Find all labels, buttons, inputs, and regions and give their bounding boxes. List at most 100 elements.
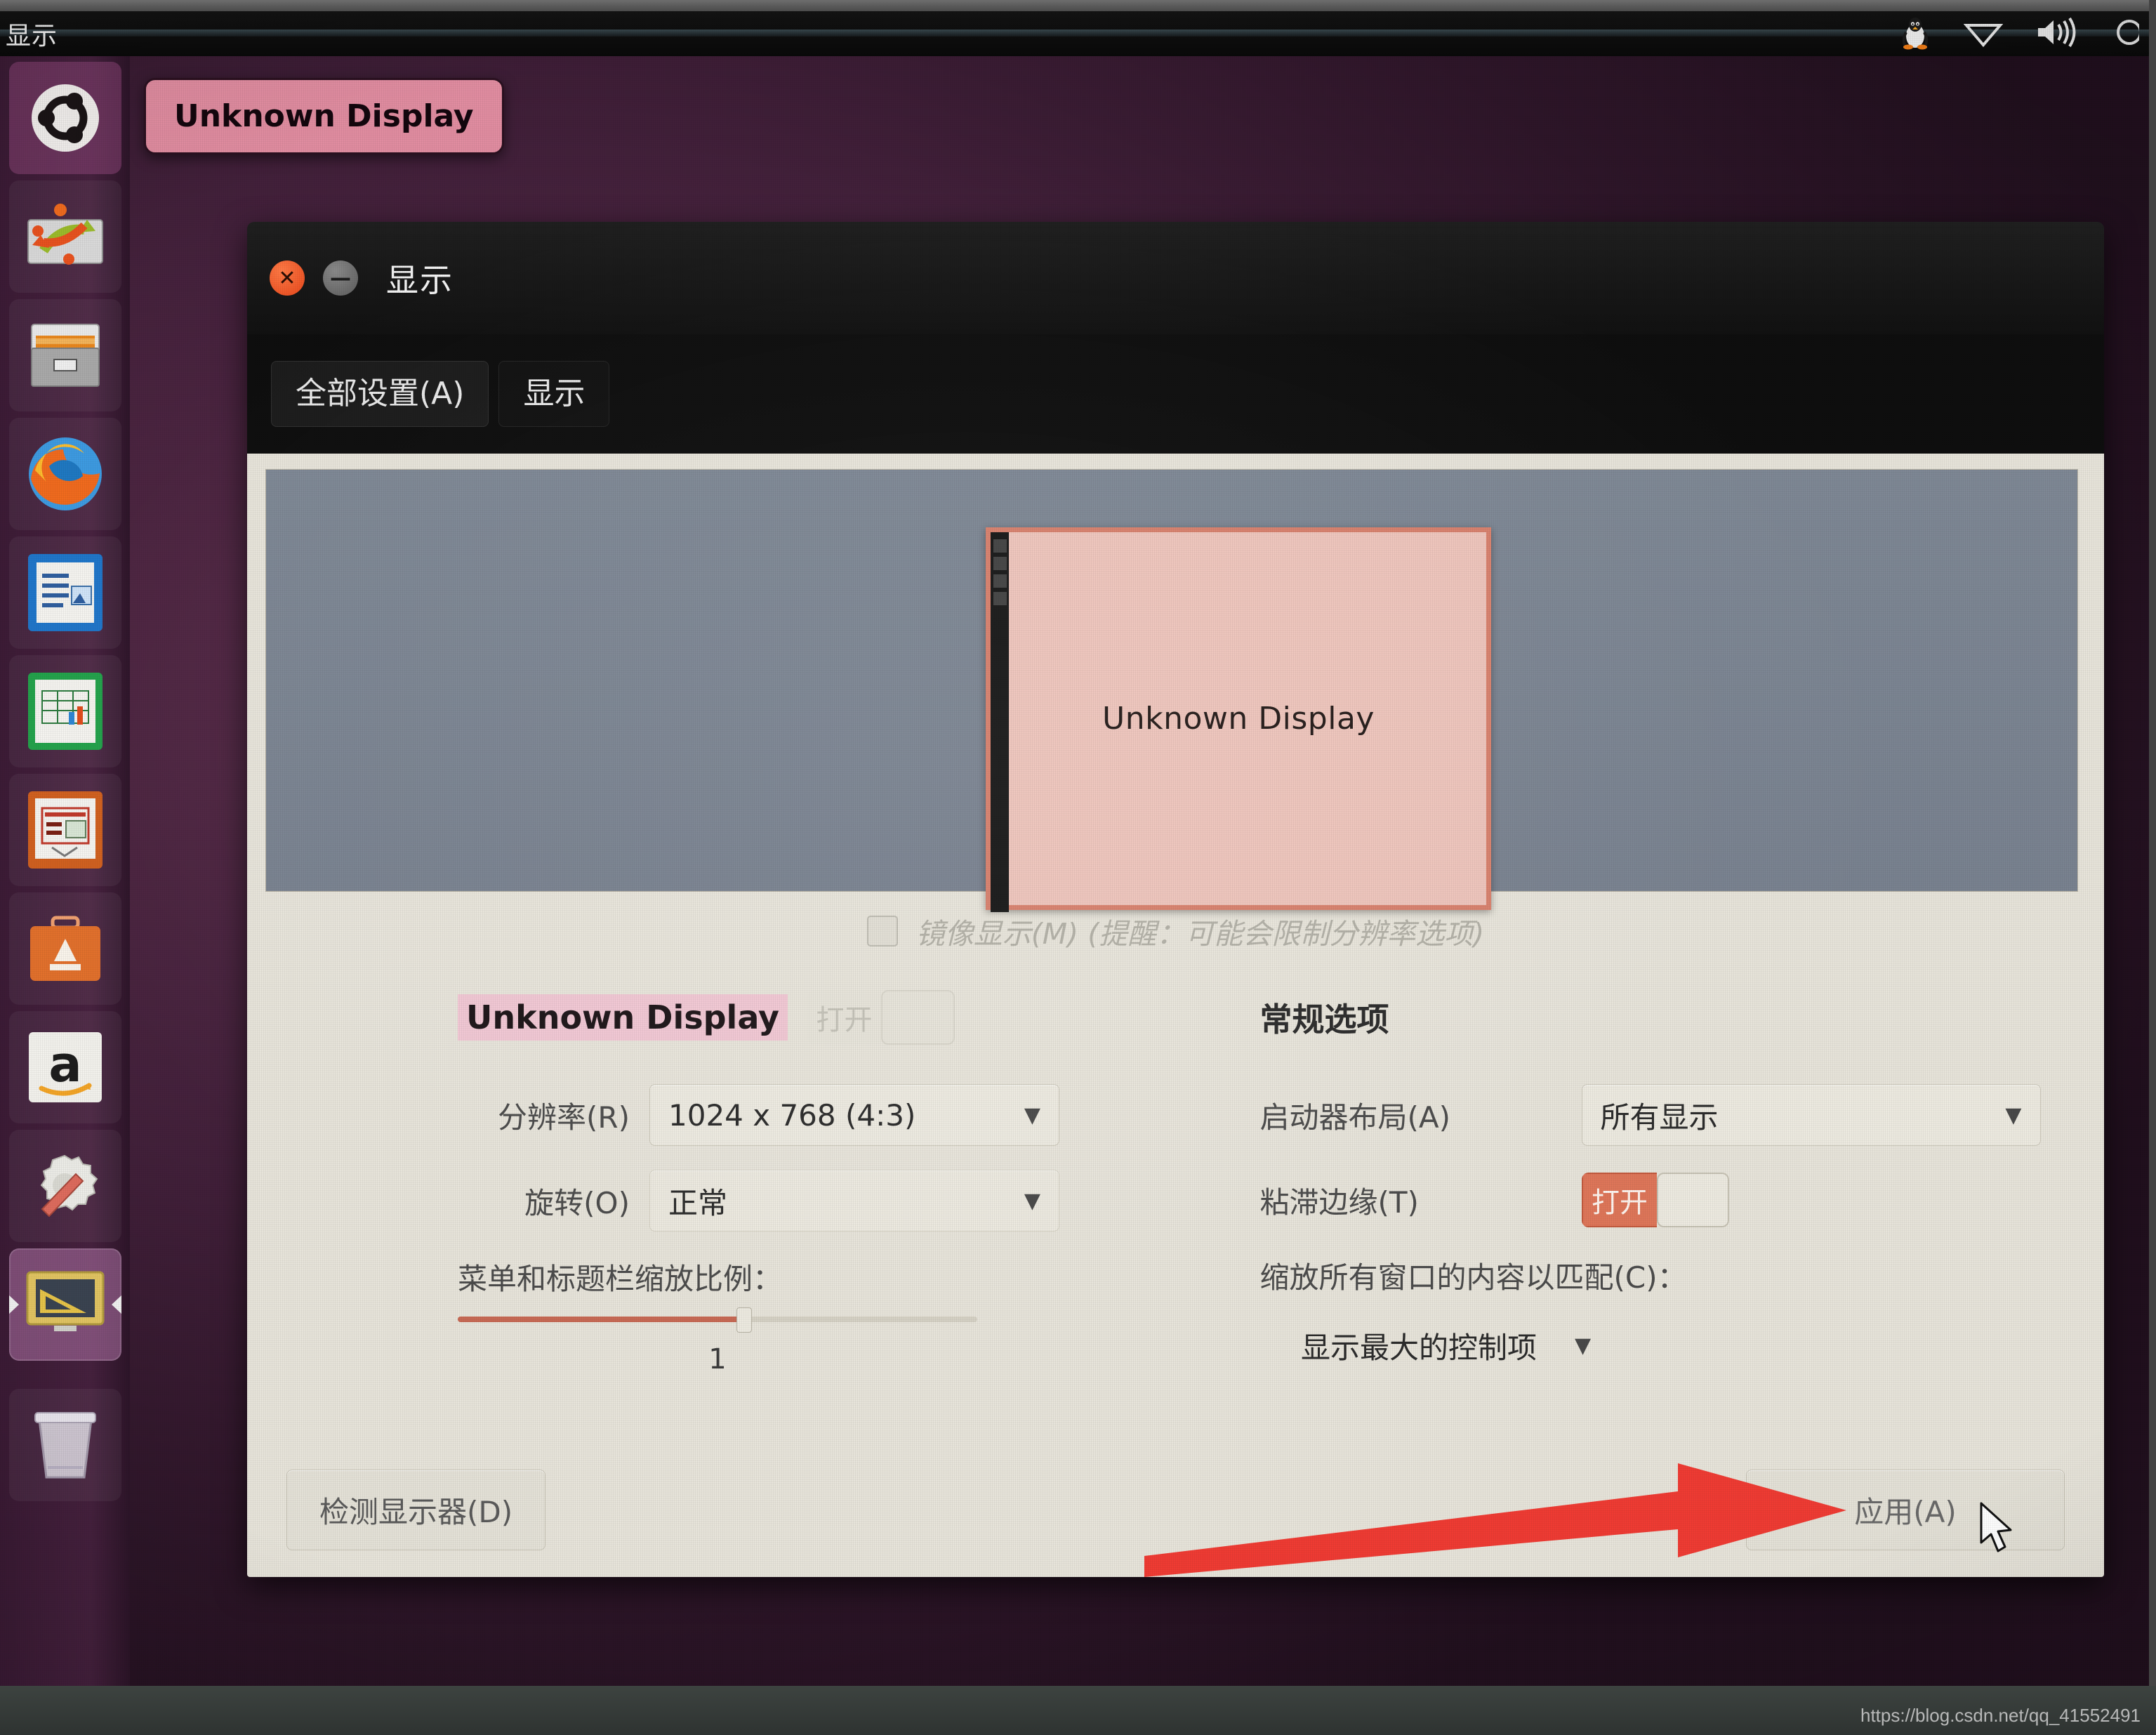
chevron-down-icon: ▼ xyxy=(1575,1333,1591,1358)
launcher-layout-row: 启动器布局(A) 所有显示 ▼ xyxy=(1260,1084,2105,1146)
launcher-item-display-settings[interactable] xyxy=(9,1248,121,1361)
screen-surface: 显示 xyxy=(0,11,2149,1686)
monitor-preview-unknown-display[interactable]: Unknown Display xyxy=(986,527,1491,910)
workspace-icon xyxy=(20,194,111,279)
app-menu-title[interactable]: 显示 xyxy=(6,15,58,52)
impress-icon xyxy=(24,787,107,873)
detect-displays-button[interactable]: 检测显示器(D) xyxy=(286,1470,545,1550)
power-gear-icon[interactable] xyxy=(2111,16,2139,51)
rotation-label: 旋转(O) xyxy=(458,1180,630,1222)
menu-scale-value: 1 xyxy=(458,1343,977,1376)
unity-launcher: a xyxy=(0,56,130,1686)
selected-display-name: Unknown Display xyxy=(458,994,788,1041)
display-icon xyxy=(22,1265,109,1344)
menu-scale-label: 菜单和标题栏缩放比例： xyxy=(458,1255,1176,1298)
minimize-icon[interactable]: — xyxy=(323,260,358,296)
scale-windows-dropdown[interactable]: 显示最大的控制项 ▼ xyxy=(1260,1315,1632,1376)
monitor-arrangement-canvas[interactable]: Unknown Display xyxy=(265,469,2078,892)
scale-windows-group: 缩放所有窗口的内容以匹配(C)： 显示最大的控制项 ▼ xyxy=(1260,1254,2105,1376)
mirror-displays-checkbox[interactable] xyxy=(867,916,898,946)
software-center-icon xyxy=(23,908,107,989)
launcher-item-system-settings[interactable] xyxy=(9,1130,121,1242)
monitor-bezel-right xyxy=(2149,0,2156,1735)
photographed-screen: 显示 xyxy=(0,0,2156,1735)
screen-scanline-artifact xyxy=(0,29,2149,37)
left-settings-column: Unknown Display 打开 分辨率(R) 1024 x 768 (4:… xyxy=(247,987,1176,1376)
mouse-cursor xyxy=(1978,1502,2018,1555)
sticky-edges-label: 粘滞边缘(T) xyxy=(1260,1179,1562,1222)
slider-fill xyxy=(458,1317,743,1322)
menu-scale-group: 菜单和标题栏缩放比例： 1 xyxy=(458,1255,1176,1376)
window-title: 显示 xyxy=(386,255,454,301)
rotation-dropdown[interactable]: 正常 ▼ xyxy=(649,1170,1059,1232)
resolution-row: 分辨率(R) 1024 x 768 (4:3) ▼ xyxy=(458,1084,1176,1146)
volume-icon[interactable] xyxy=(2035,16,2079,51)
tux-penguin-icon[interactable] xyxy=(1899,15,1931,53)
system-tray xyxy=(1899,11,2139,56)
launcher-item-firefox[interactable] xyxy=(9,418,121,530)
resolution-label: 分辨率(R) xyxy=(458,1094,630,1137)
rotation-row: 旋转(O) 正常 ▼ xyxy=(458,1170,1176,1232)
settings-columns: Unknown Display 打开 分辨率(R) 1024 x 768 (4:… xyxy=(247,987,2104,1376)
menu-scale-slider[interactable] xyxy=(458,1317,977,1322)
launcher-layout-value: 所有显示 xyxy=(1601,1094,1719,1137)
display-tab-button[interactable]: 显示 xyxy=(498,361,609,427)
firefox-icon xyxy=(21,430,110,518)
file-manager-icon xyxy=(22,315,109,396)
sticky-edges-toggle[interactable]: 打开 xyxy=(1582,1173,1729,1227)
sticky-edges-toggle-knob xyxy=(1657,1173,1729,1227)
sticky-edges-row: 粘滞边缘(T) 打开 xyxy=(1260,1170,2105,1230)
chevron-down-icon: ▼ xyxy=(1024,1189,1040,1213)
window-footer: 检测显示器(D) 应用(A) xyxy=(247,1470,2104,1550)
scale-windows-value: 显示最大的控制项 xyxy=(1301,1324,1537,1367)
sticky-edges-toggle-label: 打开 xyxy=(1582,1173,1657,1227)
launcher-item-libreoffice-calc[interactable] xyxy=(9,655,121,767)
launcher-layout-dropdown[interactable]: 所有显示 ▼ xyxy=(1582,1084,2041,1146)
right-settings-column: 常规选项 启动器布局(A) 所有显示 ▼ 粘滞边缘(T) xyxy=(1176,987,2105,1376)
csdn-watermark: https://blog.csdn.net/qq_41552491 xyxy=(1860,1705,2141,1727)
settings-gear-icon xyxy=(21,1144,110,1227)
monitor-bezel-top xyxy=(0,0,2156,11)
display-power-toggle[interactable]: 打开 xyxy=(807,990,955,1045)
rotation-value: 正常 xyxy=(668,1180,727,1222)
mirror-displays-label: 镜像显示(M) (提醒：可能会限制分辨率选项) xyxy=(916,910,1484,952)
chevron-down-icon: ▼ xyxy=(2005,1103,2021,1128)
top-panel: 显示 xyxy=(0,11,2149,56)
launcher-item-trash[interactable] xyxy=(9,1389,121,1501)
scale-windows-label: 缩放所有窗口的内容以匹配(C)： xyxy=(1260,1254,2105,1297)
chevron-down-icon: ▼ xyxy=(1024,1103,1040,1128)
monitor-preview-label: Unknown Display xyxy=(1102,701,1375,737)
ubuntu-logo-icon xyxy=(23,76,107,160)
slider-track xyxy=(458,1317,977,1322)
display-name-row: Unknown Display 打开 xyxy=(458,987,1176,1048)
launcher-item-software-center[interactable] xyxy=(9,892,121,1005)
amazon-icon: a xyxy=(23,1027,107,1108)
launcher-item-libreoffice-impress[interactable] xyxy=(9,774,121,886)
resolution-dropdown[interactable]: 1024 x 768 (4:3) ▼ xyxy=(649,1084,1059,1146)
launcher-item-files[interactable] xyxy=(9,299,121,411)
launcher-item-amazon[interactable]: a xyxy=(9,1011,121,1123)
svg-text:a: a xyxy=(48,1036,81,1093)
mirror-displays-row: 镜像显示(M) (提醒：可能会限制分辨率选项) xyxy=(247,910,2104,952)
all-settings-button[interactable]: 全部设置(A) xyxy=(271,361,489,427)
launcher-item-libreoffice-writer[interactable] xyxy=(9,536,121,649)
launcher-item-workspace-switcher[interactable] xyxy=(9,180,121,293)
close-icon[interactable]: ✕ xyxy=(270,260,305,296)
launcher-layout-label: 启动器布局(A) xyxy=(1260,1094,1562,1137)
monitor-bezel-bottom xyxy=(0,1686,2156,1735)
window-titlebar[interactable]: ✕ — 显示 xyxy=(247,222,2104,334)
display-power-toggle-knob xyxy=(881,990,955,1045)
network-wifi-icon[interactable] xyxy=(1964,17,2003,51)
calc-icon xyxy=(24,668,107,754)
monitor-launcher-preview xyxy=(991,532,1009,912)
launcher-item-dash-home[interactable] xyxy=(9,62,121,174)
slider-handle[interactable] xyxy=(736,1307,752,1333)
writer-icon xyxy=(24,550,107,635)
display-power-toggle-label: 打开 xyxy=(807,990,881,1045)
trash-icon xyxy=(24,1403,107,1487)
general-options-heading: 常规选项 xyxy=(1260,994,1389,1041)
general-options-heading-row: 常规选项 xyxy=(1260,987,2105,1048)
window-toolbar: 全部设置(A) 显示 xyxy=(247,334,2104,454)
resolution-value: 1024 x 768 (4:3) xyxy=(668,1098,915,1133)
window-body: Unknown Display 镜像显示(M) (提醒：可能会限制分辨率选项) … xyxy=(247,454,2104,1577)
